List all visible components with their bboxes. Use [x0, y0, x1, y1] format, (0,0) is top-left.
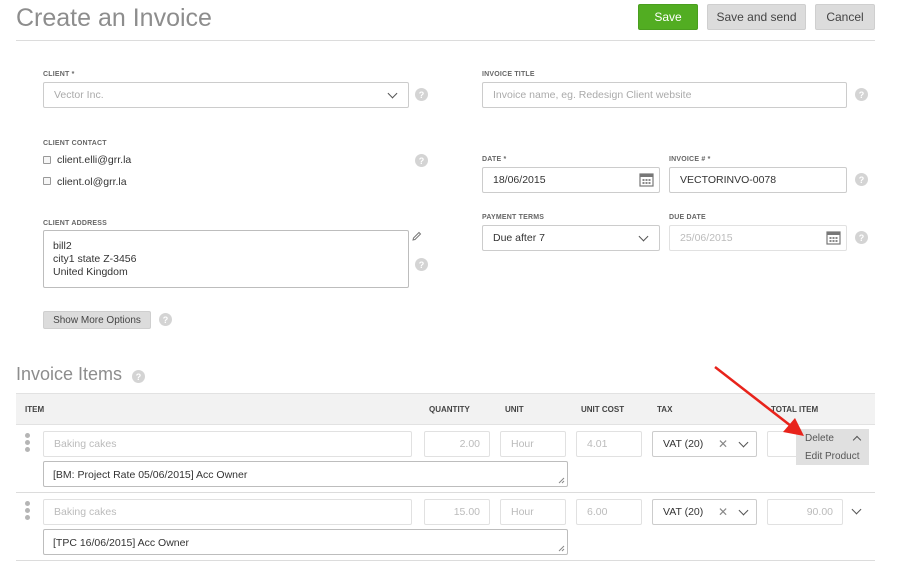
client-select[interactable]: Vector Inc.: [43, 82, 409, 108]
row-divider: [16, 492, 875, 493]
tax-select[interactable]: VAT (20) ✕: [652, 499, 757, 525]
due-date-label: DUE DATE: [669, 214, 706, 221]
unit-cost-value: 4.01: [587, 438, 608, 450]
address-line: city1 state Z-3456: [53, 253, 137, 265]
contact-checkbox[interactable]: [43, 177, 51, 185]
help-icon[interactable]: ?: [855, 88, 868, 101]
due-date-input[interactable]: 25/06/2015: [669, 225, 847, 251]
invoice-number-label: INVOICE # *: [669, 156, 711, 163]
unit-cost-input[interactable]: 4.01: [576, 431, 642, 457]
chevron-down-icon: [387, 88, 398, 99]
header-divider: [16, 40, 875, 41]
item-name-placeholder: Baking cakes: [54, 438, 117, 450]
client-address-label: CLIENT ADDRESS: [43, 220, 107, 227]
date-label: DATE *: [482, 156, 507, 163]
save-and-send-button[interactable]: Save and send: [707, 4, 806, 30]
total-value: 90.00: [806, 506, 833, 518]
chevron-down-icon: [638, 231, 649, 242]
close-icon[interactable]: ✕: [718, 505, 728, 519]
date-input[interactable]: 18/06/2015: [482, 167, 660, 193]
column-header-tax: TAX: [657, 405, 673, 414]
due-date-value: 25/06/2015: [680, 232, 733, 244]
help-icon[interactable]: ?: [415, 88, 428, 101]
payment-terms-label: PAYMENT TERMS: [482, 214, 545, 221]
contact-email: client.elli@grr.la: [57, 154, 132, 166]
resize-grip-icon[interactable]: [558, 477, 565, 484]
cancel-button[interactable]: Cancel: [815, 4, 875, 30]
help-icon[interactable]: ?: [415, 258, 428, 271]
calendar-icon[interactable]: [826, 230, 841, 245]
item-name-input[interactable]: Baking cakes: [43, 431, 412, 457]
drag-handle-icon[interactable]: [25, 433, 31, 454]
item-description-value: [TPC 16/06/2015] Acc Owner: [53, 537, 189, 549]
chevron-down-icon: [738, 505, 749, 516]
help-icon[interactable]: ?: [415, 154, 428, 167]
address-line: bill2: [53, 240, 72, 252]
column-header-unit-cost: UNIT COST: [581, 405, 625, 414]
help-icon[interactable]: ?: [855, 231, 868, 244]
payment-terms-select[interactable]: Due after 7: [482, 225, 660, 251]
quantity-value: 2.00: [459, 438, 480, 450]
unit-input[interactable]: Hour: [500, 499, 566, 525]
item-description-value: [BM: Project Rate 05/06/2015] Acc Owner: [53, 469, 248, 481]
calendar-icon[interactable]: [639, 172, 654, 187]
contact-email: client.ol@grr.la: [57, 176, 127, 188]
save-button[interactable]: Save: [638, 4, 698, 30]
contact-checkbox[interactable]: [43, 156, 51, 164]
total-input[interactable]: 90.00: [767, 499, 843, 525]
help-icon[interactable]: ?: [855, 173, 868, 186]
item-name-placeholder: Baking cakes: [54, 506, 117, 518]
unit-placeholder: Hour: [511, 506, 534, 518]
show-more-options-button[interactable]: Show More Options: [43, 311, 151, 329]
resize-grip-icon[interactable]: [558, 545, 565, 552]
client-contact-label: CLIENT CONTACT: [43, 140, 107, 147]
quantity-input[interactable]: 2.00: [424, 431, 490, 457]
invoice-title-label: INVOICE TITLE: [482, 71, 535, 78]
unit-cost-input[interactable]: 6.00: [576, 499, 642, 525]
tax-value: VAT (20): [663, 506, 704, 518]
address-line: United Kingdom: [53, 266, 128, 278]
item-name-input[interactable]: Baking cakes: [43, 499, 412, 525]
chevron-up-icon[interactable]: [852, 435, 862, 445]
quantity-input[interactable]: 15.00: [424, 499, 490, 525]
client-label: CLIENT *: [43, 71, 75, 78]
column-header-item: ITEM: [25, 405, 45, 414]
edit-product-menu-item[interactable]: Edit Product: [796, 451, 859, 462]
page-title: Create an Invoice: [16, 4, 212, 32]
help-icon[interactable]: ?: [159, 313, 172, 326]
column-header-quantity: QUANTITY: [429, 405, 470, 414]
date-value: 18/06/2015: [493, 174, 546, 186]
invoice-number-value: VECTORINVO-0078: [680, 174, 777, 186]
help-icon[interactable]: ?: [132, 370, 145, 383]
row-divider: [16, 560, 875, 561]
payment-terms-value: Due after 7: [493, 232, 545, 244]
unit-cost-value: 6.00: [587, 506, 608, 518]
unit-input[interactable]: Hour: [500, 431, 566, 457]
invoice-items-title: Invoice Items: [16, 364, 123, 384]
unit-placeholder: Hour: [511, 438, 534, 450]
pencil-icon[interactable]: [411, 231, 422, 242]
quantity-value: 15.00: [453, 506, 480, 518]
tax-value: VAT (20): [663, 438, 704, 450]
column-header-unit: UNIT: [505, 405, 524, 414]
item-description-input[interactable]: [BM: Project Rate 05/06/2015] Acc Owner: [43, 461, 568, 487]
invoice-title-input[interactable]: Invoice name, eg. Redesign Client websit…: [482, 82, 847, 108]
invoice-number-input[interactable]: VECTORINVO-0078: [669, 167, 847, 193]
invoice-title-placeholder: Invoice name, eg. Redesign Client websit…: [493, 89, 692, 101]
item-description-input[interactable]: [TPC 16/06/2015] Acc Owner: [43, 529, 568, 555]
chevron-down-icon[interactable]: [851, 504, 862, 515]
client-address-box[interactable]: bill2 city1 state Z-3456 United Kingdom: [43, 230, 409, 288]
annotation-arrow-icon: [714, 366, 804, 436]
drag-handle-icon[interactable]: [25, 501, 31, 522]
client-select-value: Vector Inc.: [54, 89, 104, 101]
